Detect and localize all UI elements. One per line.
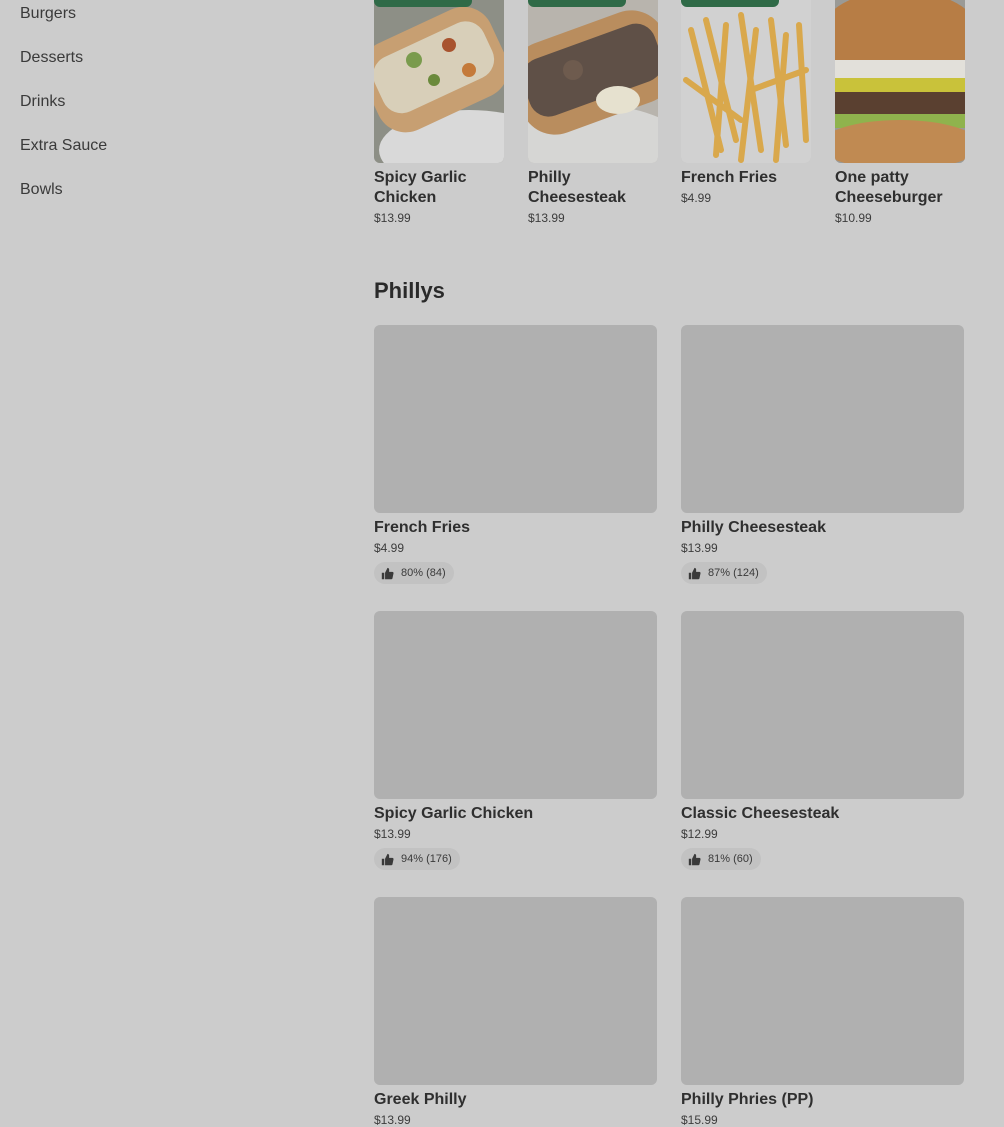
popular-item-philly-cheesesteak[interactable]: Philly Cheesesteak $13.99	[528, 0, 658, 225]
sidebar-item-bowls[interactable]: Bowls	[20, 181, 63, 199]
food-image	[528, 0, 658, 163]
sidebar-item-drinks[interactable]: Drinks	[20, 93, 65, 111]
menu-card-philly-cheesesteak[interactable]: Philly Cheesesteak $13.99 87% (124)	[681, 325, 964, 585]
menu-card-spicy-garlic-chicken[interactable]: Spicy Garlic Chicken $13.99 94% (176)	[374, 611, 657, 871]
popular-item-name: One patty Cheeseburger	[835, 169, 943, 206]
food-image-placeholder	[374, 611, 657, 799]
menu-card-name: French Fries	[374, 519, 471, 536]
popular-item-name: Philly Cheesesteak	[528, 169, 626, 206]
menu-card-greek-philly[interactable]: Greek Philly $13.99	[374, 897, 657, 1127]
section-title: Phillys	[374, 278, 445, 303]
menu-card-name: Philly Phries (PP)	[681, 1091, 814, 1108]
food-image-placeholder	[374, 325, 657, 513]
rating-text: 80% (84)	[401, 567, 446, 579]
popular-item-spicy-garlic-chicken[interactable]: Spicy Garlic Chicken $13.99	[374, 0, 504, 225]
food-image	[835, 0, 965, 163]
food-image-placeholder	[681, 325, 964, 513]
food-image-placeholder	[374, 897, 657, 1085]
popular-badge	[374, 0, 472, 7]
sidebar-item-desserts[interactable]: Desserts	[20, 49, 83, 67]
menu-card-french-fries[interactable]: French Fries $4.99 80% (84)	[374, 325, 657, 585]
popular-badge	[681, 0, 779, 7]
menu-card-classic-cheesesteak[interactable]: Classic Cheesesteak $12.99 81% (60)	[681, 611, 964, 871]
menu-card-philly-phries[interactable]: Philly Phries (PP) $15.99	[681, 897, 964, 1127]
menu-card-price: $15.99	[681, 1113, 718, 1127]
rating-badge: 87% (124)	[681, 562, 767, 584]
menu-card-name: Greek Philly	[374, 1091, 467, 1108]
rating-text: 94% (176)	[401, 853, 452, 865]
menu-card-name: Philly Cheesesteak	[681, 519, 826, 536]
sidebar-item-burgers[interactable]: Burgers	[20, 5, 76, 23]
menu-card-price: $4.99	[374, 541, 405, 555]
menu-card-price: $13.99	[374, 1113, 411, 1127]
rating-badge: 81% (60)	[681, 848, 761, 870]
menu-card-name: Spicy Garlic Chicken	[374, 805, 534, 822]
menu-card-price: $13.99	[681, 541, 718, 555]
food-image-placeholder	[681, 611, 964, 799]
popular-item-price: $13.99	[374, 211, 411, 225]
popular-item-price: $4.99	[681, 191, 712, 205]
popular-item-price: $10.99	[835, 211, 872, 225]
rating-badge: 94% (176)	[374, 848, 460, 870]
popular-badge	[528, 0, 626, 7]
food-image	[374, 0, 504, 163]
thumbs-up-icon	[688, 853, 701, 866]
sidebar-item-extra-sauce[interactable]: Extra Sauce	[20, 137, 107, 155]
rating-text: 87% (124)	[708, 567, 759, 579]
thumbs-up-icon	[381, 567, 394, 580]
popular-item-price: $13.99	[528, 211, 565, 225]
thumbs-up-icon	[688, 567, 701, 580]
food-image	[681, 0, 811, 163]
menu-card-price: $12.99	[681, 827, 718, 841]
popular-item-name: Spicy Garlic Chicken	[374, 169, 467, 206]
menu-card-name: Classic Cheesesteak	[681, 805, 840, 822]
rating-badge: 80% (84)	[374, 562, 454, 584]
popular-item-name: French Fries	[681, 169, 778, 186]
rating-text: 81% (60)	[708, 853, 753, 865]
food-image-placeholder	[681, 897, 964, 1085]
thumbs-up-icon	[381, 853, 394, 866]
popular-item-french-fries[interactable]: French Fries $4.99	[681, 0, 811, 205]
menu-card-price: $13.99	[374, 827, 411, 841]
popular-item-one-patty-cheeseburger[interactable]: One patty Cheeseburger $10.99	[835, 0, 965, 225]
